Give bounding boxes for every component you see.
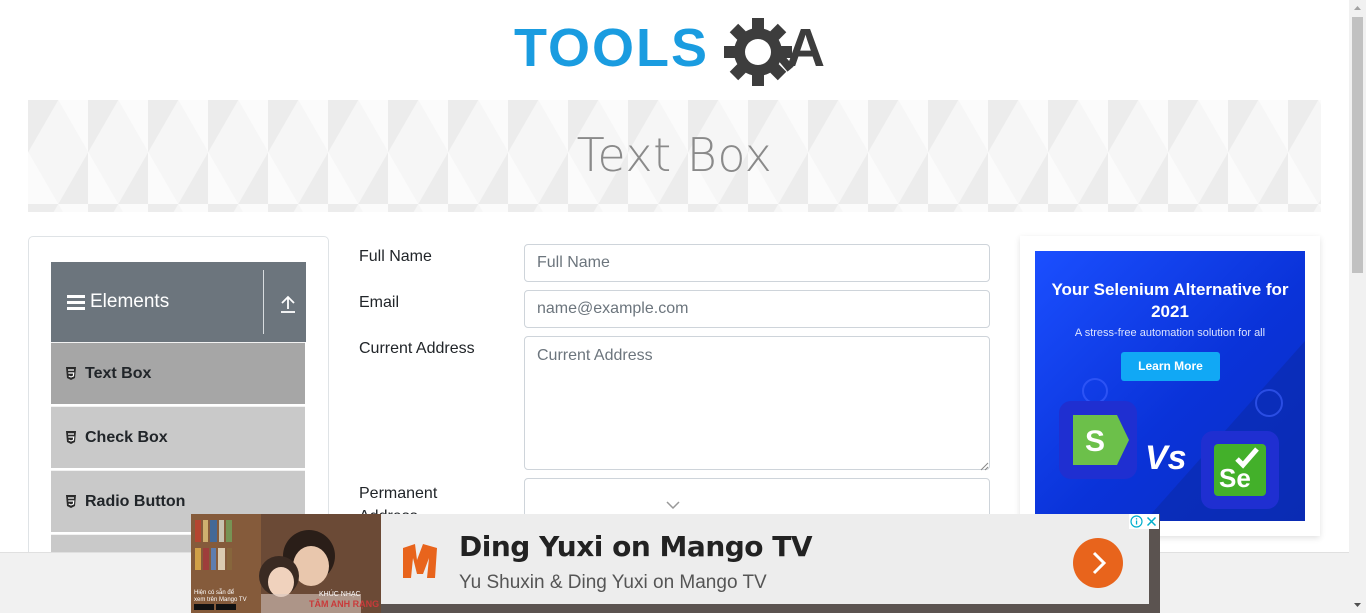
svg-text:A: A	[786, 18, 825, 78]
svg-text:Hiện có sẵn để: Hiện có sẵn để	[194, 589, 235, 596]
sidebar-item-label: Radio Button	[85, 493, 186, 510]
svg-text:KHÚC NHẠC: KHÚC NHẠC	[319, 589, 361, 598]
upload-arrow-icon[interactable]	[279, 294, 297, 314]
ad-subtext: A stress-free automation solution for al…	[1074, 327, 1266, 339]
ad-vs-text: Vs	[1145, 439, 1187, 477]
html5-icon	[65, 495, 77, 509]
sidebar-group-elements[interactable]: Elements	[51, 262, 306, 342]
ad-image[interactable]: KHÚC NHẠC TÂM ANH RẠNG Hiện có sẵn để xe…	[191, 514, 381, 613]
svg-text:Se: Se	[1219, 463, 1251, 493]
ad-mango-tv[interactable]: KHÚC NHẠC TÂM ANH RẠNG Hiện có sẵn để xe…	[191, 514, 1160, 613]
sidebar-item-label: Text Box	[85, 365, 152, 382]
email-input[interactable]	[524, 290, 990, 328]
ad-content-panel[interactable]: Ding Yuxi on Mango TV Yu Shuxin & Ding Y…	[381, 514, 1149, 604]
svg-text:xem trên Mango TV: xem trên Mango TV	[194, 597, 247, 603]
chevron-down-icon	[664, 498, 682, 510]
resize-grip-icon[interactable]	[979, 458, 989, 471]
scrollbar-thumb[interactable]	[1352, 17, 1363, 273]
logo-text-tools: TOOLS	[514, 18, 709, 78]
page: TOOLS A Text Box Elements Text Box Check…	[0, 0, 1366, 613]
page-title: Text Box	[576, 128, 773, 182]
sidebar-item-text-box[interactable]: Text Box	[51, 342, 305, 404]
full-name-label: Full Name	[359, 248, 432, 265]
scroll-up-icon[interactable]	[1349, 0, 1366, 17]
selenium-logo: Se	[1201, 431, 1279, 509]
info-icon[interactable]	[1129, 514, 1144, 529]
email-label: Email	[359, 294, 400, 311]
ad-subtitle: Yu Shuxin & Ding Yuxi on Mango TV	[459, 572, 767, 593]
mango-tv-logo	[399, 540, 441, 582]
svg-text:TÂM ANH RẠNG: TÂM ANH RẠNG	[309, 598, 379, 609]
scroll-down-icon[interactable]	[1349, 596, 1366, 613]
site-header: TOOLS A	[0, 0, 1349, 100]
page-scrollbar[interactable]	[1349, 0, 1366, 613]
ad-title[interactable]: Ding Yuxi on Mango TV	[459, 530, 813, 563]
sidebar-group-label: Elements	[90, 291, 170, 312]
sidebar-item-label: Check Box	[85, 429, 168, 446]
sidebar-item-check-box[interactable]: Check Box	[51, 406, 305, 468]
close-icon[interactable]	[1144, 514, 1159, 529]
hamburger-icon	[67, 295, 85, 310]
current-address-input[interactable]	[524, 336, 990, 470]
ad-selenium-alternative[interactable]: Your Selenium Alternative for 2021 A str…	[1020, 236, 1320, 536]
full-name-input[interactable]	[524, 244, 990, 282]
svg-text:S: S	[1085, 425, 1105, 458]
gear-icon	[724, 18, 794, 86]
chevron-right-icon[interactable]	[1073, 538, 1123, 588]
divider	[263, 270, 264, 334]
toolsqa-logo[interactable]: TOOLS A	[514, 16, 838, 90]
ad-headline: Your Selenium Alternative for 2021	[1051, 280, 1289, 321]
katalon-logo: S	[1059, 401, 1137, 479]
ad-creative[interactable]: Your Selenium Alternative for 2021 A str…	[1035, 251, 1305, 521]
html5-icon	[65, 367, 77, 381]
page-banner: Text Box	[28, 100, 1321, 212]
html5-icon	[65, 431, 77, 445]
learn-more-button[interactable]: Learn More	[1121, 352, 1220, 381]
current-address-label: Current Address	[359, 340, 475, 357]
